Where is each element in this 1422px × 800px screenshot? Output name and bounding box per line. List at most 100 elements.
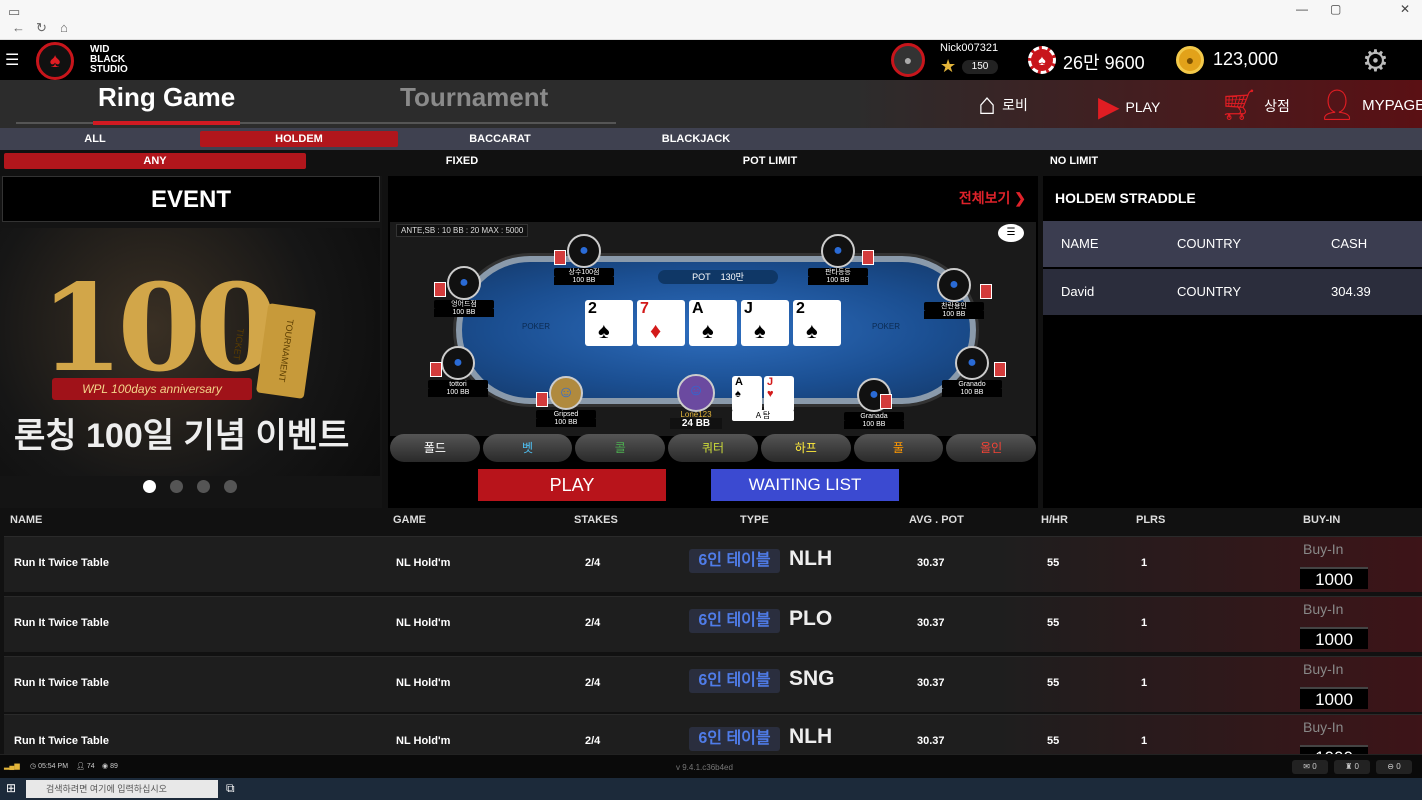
seat[interactable]: ● Granado 100 BB bbox=[942, 346, 1002, 397]
player-avatar-icon: ● bbox=[821, 234, 855, 268]
buyin-label: Buy-In bbox=[1303, 601, 1344, 617]
action-button[interactable]: 올인 bbox=[946, 434, 1037, 462]
card-rank: A bbox=[692, 300, 704, 317]
table-row[interactable]: Run It Twice Table NL Hold'm 2/4 30.37 55 1 6인… bbox=[4, 714, 1422, 754]
carousel-dot[interactable] bbox=[170, 480, 183, 493]
waiting-list-button[interactable]: WAITING LIST bbox=[711, 469, 899, 501]
event-title: EVENT bbox=[2, 176, 380, 222]
tab-holdem[interactable]: HOLDEM bbox=[200, 131, 398, 147]
action-button[interactable]: 폴드 bbox=[390, 434, 480, 462]
action-button[interactable]: 하프 bbox=[760, 434, 851, 462]
my-seat[interactable]: ☺ bbox=[666, 374, 726, 412]
action-button[interactable]: 벳 bbox=[482, 434, 573, 462]
player-avatar-icon: ● bbox=[937, 268, 971, 302]
home-icon[interactable]: ⌂ bbox=[60, 20, 68, 35]
straddle-row[interactable]: David COUNTRY 304.39 bbox=[1043, 269, 1422, 315]
nav-play[interactable]: ▶ PLAY bbox=[1098, 90, 1160, 123]
table-menu-icon[interactable]: ☰ bbox=[998, 224, 1024, 242]
see-all-label: 전체보기 bbox=[958, 190, 1011, 206]
table-row[interactable]: Run It Twice Table NL Hold'm 2/4 30.37 55 1 6인… bbox=[4, 596, 1422, 652]
brand-name: WID BLACK STUDIO bbox=[90, 45, 128, 75]
seat-name: tottori bbox=[428, 380, 488, 389]
col-hhr: H/HR bbox=[1041, 514, 1068, 526]
friend-count: 0 bbox=[1354, 762, 1359, 771]
buyin-value[interactable]: 1000 bbox=[1300, 687, 1368, 709]
nav-lobby[interactable]: ⌂ 로비 bbox=[978, 88, 1028, 122]
event-banner[interactable]: 100 TOURNAMENT TICKET WPL 100days annive… bbox=[0, 228, 380, 476]
row-stakes: 2/4 bbox=[585, 557, 601, 569]
tables-online: ◉ 89 bbox=[102, 763, 118, 770]
row-game-code: SNG bbox=[789, 667, 835, 690]
notice-counter[interactable]: ⊖ 0 bbox=[1376, 760, 1412, 774]
buyin-value[interactable]: 1000 bbox=[1300, 745, 1368, 754]
nav-shop[interactable]: 🛒︎ 상점 bbox=[1220, 88, 1290, 123]
tab-blackjack[interactable]: BLACKJACK bbox=[600, 131, 792, 147]
friend-counter[interactable]: ♜ 0 bbox=[1334, 760, 1370, 774]
tab-ring-game[interactable]: Ring Game bbox=[98, 82, 235, 113]
reload-icon[interactable]: ↻ bbox=[36, 20, 47, 36]
action-button[interactable]: 풀 bbox=[853, 434, 944, 462]
row-name: Run It Twice Table bbox=[14, 617, 109, 629]
player-avatar-icon: ● bbox=[955, 346, 989, 380]
buyin-value[interactable]: 1000 bbox=[1300, 627, 1368, 649]
task-view-icon[interactable]: ⧉ bbox=[226, 781, 235, 796]
row-game-code: PLO bbox=[789, 607, 833, 630]
tab-tournament[interactable]: Tournament bbox=[400, 82, 548, 113]
my-stack: 24 BB bbox=[670, 418, 722, 429]
back-icon[interactable]: ← bbox=[12, 20, 25, 35]
row-plrs: 1 bbox=[1141, 617, 1148, 629]
seat[interactable]: ● Granada 100 BB bbox=[844, 378, 904, 429]
brand-line: STUDIO bbox=[90, 64, 128, 75]
seat-stack: 100 BB bbox=[554, 277, 614, 285]
buyin-value[interactable]: 1000 bbox=[1300, 567, 1368, 589]
carousel-dot[interactable] bbox=[224, 480, 237, 493]
hole-card bbox=[434, 282, 446, 297]
close-icon[interactable]: ✕ bbox=[1400, 2, 1410, 16]
tab-any[interactable]: ANY bbox=[4, 153, 306, 169]
clock-time: 05:54 PM bbox=[38, 763, 69, 770]
seat-name: 판타등등 bbox=[808, 268, 868, 277]
tab-all[interactable]: ALL bbox=[0, 131, 190, 147]
cell-cash: 304.39 bbox=[1331, 284, 1371, 299]
table-row[interactable]: Run It Twice Table NL Hold'm 2/4 30.37 55 1 6인… bbox=[4, 536, 1422, 592]
seat-name: Granado bbox=[942, 380, 1002, 389]
version: v 9.4.1.c36b4ed bbox=[676, 763, 733, 772]
tab-no-limit[interactable]: NO LIMIT bbox=[924, 153, 1224, 169]
card-suit: ♠ bbox=[806, 318, 818, 343]
table-scene: ANTE,SB : 10 BB : 20 MAX : 5000 ☰ POKER … bbox=[390, 222, 1036, 436]
windows-start-icon[interactable]: ⊞ bbox=[6, 781, 16, 795]
card-suit: ♠ bbox=[754, 318, 766, 343]
seat[interactable]: ● 판타등등 100 BB bbox=[808, 234, 868, 285]
hole-card bbox=[554, 250, 566, 265]
chat-counter[interactable]: ✉ 0 bbox=[1292, 760, 1328, 774]
action-button[interactable]: 콜 bbox=[575, 434, 666, 462]
maximize-icon[interactable]: ▢ bbox=[1330, 2, 1341, 16]
game-type-tabs: ALL HOLDEM BACCARAT BLACKJACK bbox=[0, 128, 1422, 150]
signal-icon: ▂▄▆ bbox=[4, 763, 20, 770]
carousel-dot[interactable] bbox=[197, 480, 210, 493]
logo-icon[interactable]: ♠ bbox=[36, 42, 74, 80]
row-game: NL Hold'm bbox=[396, 617, 451, 629]
action-button[interactable]: 쿼터 bbox=[668, 434, 758, 462]
action-buttons: 폴드 벳 콜 쿼터 하프 풀 올인 bbox=[390, 434, 1037, 462]
tab-baccarat[interactable]: BACCARAT bbox=[404, 131, 596, 147]
menu-icon[interactable]: ☰ bbox=[5, 50, 19, 70]
gear-icon[interactable]: ⚙ bbox=[1362, 44, 1389, 79]
seat[interactable]: ● 찬란용인 100 BB bbox=[924, 268, 984, 319]
avatar[interactable]: ● bbox=[891, 43, 925, 77]
carousel-dot[interactable] bbox=[143, 480, 156, 493]
address-bar[interactable] bbox=[84, 20, 1234, 36]
table-row[interactable]: Run It Twice Table NL Hold'm 2/4 30.37 55 1 6인… bbox=[4, 656, 1422, 712]
header-country: COUNTRY bbox=[1177, 236, 1242, 251]
taskbar-search[interactable]: 검색하려면 여기에 입력하십시오 bbox=[26, 780, 218, 798]
tab-pot-limit[interactable]: POT LIMIT bbox=[620, 153, 920, 169]
window-icon[interactable]: ▭ bbox=[8, 4, 20, 20]
banner-ribbon: WPL 100days anniversary bbox=[52, 378, 252, 400]
ante-info: ANTE,SB : 10 BB : 20 MAX : 5000 bbox=[396, 224, 529, 237]
play-button[interactable]: PLAY bbox=[478, 469, 666, 501]
see-all-link[interactable]: 전체보기 ❯ bbox=[959, 188, 1026, 208]
tab-active-indicator bbox=[93, 121, 240, 125]
nav-mypage[interactable]: 👤︎ MYPAGE bbox=[1318, 88, 1422, 123]
tab-fixed[interactable]: FIXED bbox=[312, 153, 612, 169]
minimize-icon[interactable]: — bbox=[1296, 2, 1308, 16]
